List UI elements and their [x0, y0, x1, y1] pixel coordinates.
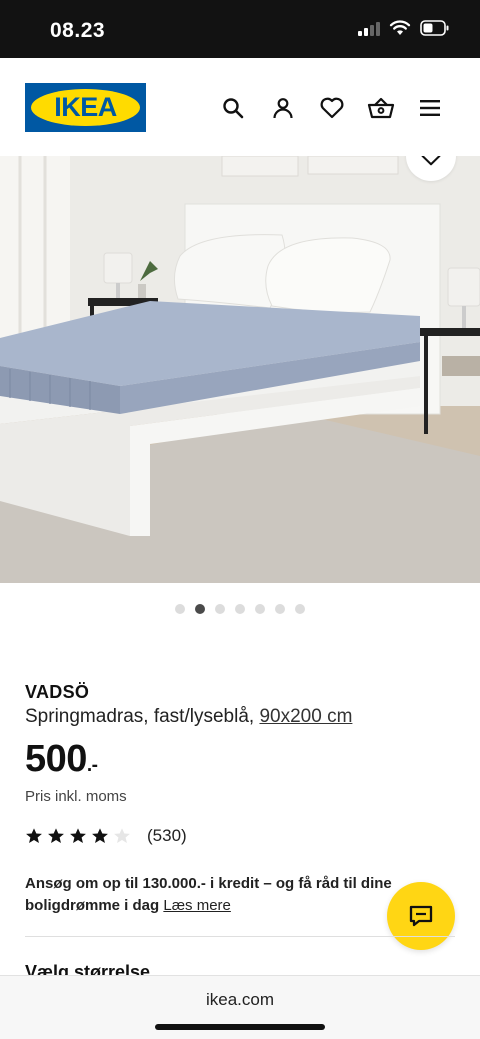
cellular-signal-icon [358, 20, 380, 36]
search-icon [223, 98, 244, 119]
status-time: 08.23 [50, 19, 106, 42]
status-icons [358, 20, 450, 36]
logo-text: IKEA [54, 92, 117, 122]
search-button[interactable] [216, 91, 250, 125]
ikea-logo[interactable]: IKEA [25, 83, 146, 132]
price-suffix: .- [86, 755, 98, 776]
product-name: VADSÖ [25, 682, 90, 702]
review-count[interactable]: (530) [147, 826, 187, 846]
home-indicator[interactable] [155, 1024, 325, 1030]
heart-icon [421, 156, 441, 166]
product-size-link[interactable]: 90x200 cm [259, 706, 352, 727]
star-filled-icon [70, 828, 86, 844]
chat-icon [409, 905, 433, 927]
gallery-dot[interactable] [215, 604, 225, 614]
gallery-dot[interactable] [175, 604, 185, 614]
favourites-button[interactable] [315, 91, 349, 125]
product-image[interactable] [0, 156, 480, 583]
gallery-dot[interactable] [295, 604, 305, 614]
wifi-icon [389, 20, 411, 35]
gallery-pagination [0, 604, 480, 614]
star-filled-icon [26, 828, 42, 844]
price-amount: 500 [25, 738, 87, 780]
gallery-dot[interactable] [235, 604, 245, 614]
product-description-text: Springmadras, fast/lyseblå, [25, 706, 255, 727]
favourites-icon [320, 97, 344, 119]
gallery-dot[interactable] [255, 604, 265, 614]
vat-note: Pris inkl. moms [25, 788, 127, 805]
battery-icon [420, 20, 449, 36]
product-rating[interactable]: (530) [25, 826, 187, 846]
account-button[interactable] [266, 91, 300, 125]
menu-icon [420, 100, 440, 116]
url-text[interactable]: ikea.com [0, 990, 480, 1010]
site-header: IKEA [0, 58, 480, 156]
account-icon [273, 98, 293, 119]
shopping-bag-icon [367, 97, 395, 119]
section-divider [25, 936, 455, 937]
status-bar: 08.23 [0, 0, 480, 58]
star-filled-icon [92, 828, 108, 844]
bed-illustration [0, 156, 480, 583]
shopping-bag-button[interactable] [364, 91, 398, 125]
menu-button[interactable] [413, 91, 447, 125]
read-more-link[interactable]: Læs mere [163, 897, 231, 914]
product-description: Springmadras, fast/lyseblå, 90x200 cm [25, 706, 352, 728]
star-empty-icon [114, 828, 130, 844]
browser-url-bar[interactable]: ikea.com [0, 975, 480, 1039]
star-filled-icon [48, 828, 64, 844]
gallery-dot[interactable] [275, 604, 285, 614]
chat-button[interactable] [387, 882, 455, 950]
gallery-dot-active[interactable] [195, 604, 205, 614]
product-price: 500.- [25, 738, 98, 781]
credit-offer: Ansøg om op til 130.000.- i kredit – og … [25, 873, 415, 917]
